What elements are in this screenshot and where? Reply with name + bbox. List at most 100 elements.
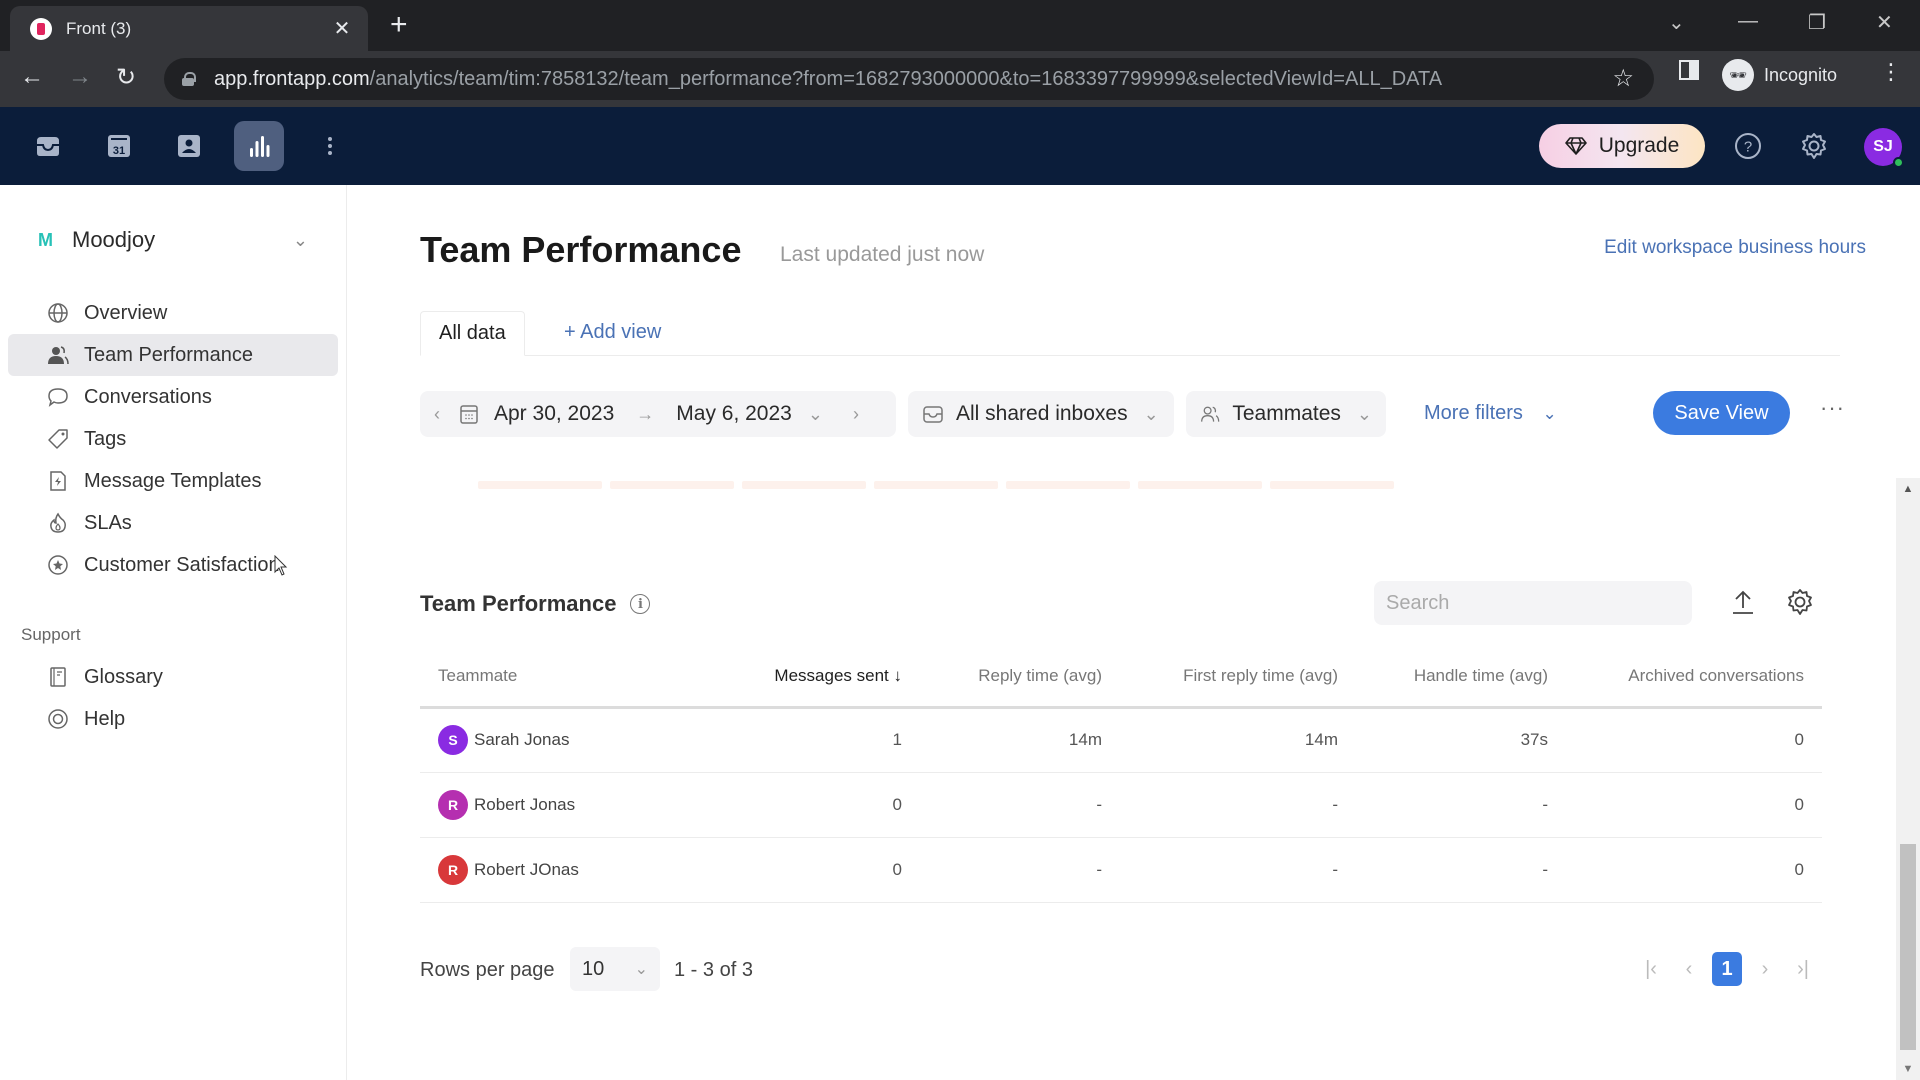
edit-business-hours-link[interactable]: Edit workspace business hours: [1604, 237, 1866, 259]
app-top-bar: 31 Upgrade ? SJ: [0, 107, 1920, 185]
page-scrollbar[interactable]: ▲ ▼: [1896, 478, 1920, 1080]
column-header-first-reply-time[interactable]: First reply time (avg): [1120, 647, 1356, 709]
teammate-name[interactable]: Robert Jonas: [474, 795, 575, 815]
date-range-picker[interactable]: ‹ Apr 30, 2023 → May 6, 2023 ⌄ ›: [420, 391, 896, 437]
table-search-input[interactable]: [1374, 581, 1692, 625]
reload-icon[interactable]: ↻: [116, 63, 136, 92]
sidebar-item-team-performance[interactable]: Team Performance: [8, 334, 338, 376]
sidebar-item-label: Team Performance: [84, 343, 253, 366]
cell-reply-time: 14m: [920, 707, 1120, 773]
sidebar-item-glossary[interactable]: Glossary: [8, 656, 338, 698]
browser-tab[interactable]: Front (3) ✕: [10, 6, 368, 51]
scroll-down-icon[interactable]: ▼: [1896, 1058, 1920, 1080]
upgrade-button[interactable]: Upgrade: [1539, 124, 1705, 168]
more-nav-button[interactable]: [305, 121, 355, 171]
more-filters-button[interactable]: More filters ⌄: [1424, 402, 1557, 425]
incognito-profile[interactable]: 🕶 Incognito: [1722, 59, 1837, 91]
teammate-name[interactable]: Sarah Jonas: [474, 730, 569, 750]
cell-first-reply-time: -: [1120, 837, 1356, 903]
first-page-icon[interactable]: |‹: [1632, 951, 1670, 987]
restore-icon[interactable]: ❐: [1808, 10, 1826, 35]
teammate-avatar: R: [438, 789, 468, 820]
user-avatar[interactable]: SJ: [1864, 128, 1904, 168]
settings-button[interactable]: [1797, 129, 1831, 163]
loading-placeholder: [478, 481, 1402, 489]
teammate-avatar: S: [438, 725, 468, 755]
close-tab-icon[interactable]: ✕: [330, 16, 354, 41]
last-page-icon[interactable]: ›|: [1784, 951, 1822, 987]
sidebar-item-label: Conversations: [84, 385, 212, 408]
contacts-nav-button[interactable]: [164, 121, 214, 171]
sidebar-item-customer-satisfaction[interactable]: Customer Satisfaction: [8, 544, 338, 586]
bookmark-star-icon[interactable]: ☆: [1612, 64, 1634, 93]
tab-all-data[interactable]: All data: [420, 311, 525, 356]
workspace-name: Moodjoy: [72, 227, 156, 252]
inbox-icon: [923, 406, 943, 423]
previous-period-icon[interactable]: ‹: [434, 404, 440, 425]
sidebar-item-tags[interactable]: Tags: [8, 418, 338, 460]
column-header-messages-sent[interactable]: Messages sent ↓: [720, 647, 920, 709]
tab-search-icon[interactable]: ⌄: [1668, 10, 1685, 35]
table-row[interactable]: S Sarah Jonas 1 14m 14m 37s 0: [420, 707, 1822, 773]
column-header-teammate[interactable]: Teammate: [420, 647, 720, 709]
incognito-icon: 🕶: [1722, 59, 1754, 91]
sidebar-item-label: Help: [84, 707, 126, 730]
cell-archived-conversations: 0: [1566, 837, 1822, 903]
sidebar-item-conversations[interactable]: Conversations: [8, 376, 338, 418]
forward-icon[interactable]: →: [68, 63, 92, 91]
sidebar-item-overview[interactable]: Overview: [8, 292, 338, 334]
cell-teammate: S Sarah Jonas: [420, 707, 720, 773]
sidebar-item-slas[interactable]: SLAs: [8, 502, 338, 544]
table-settings-button[interactable]: [1783, 585, 1817, 619]
previous-page-icon[interactable]: ‹: [1670, 951, 1708, 987]
rows-per-page-label: Rows per page: [420, 959, 555, 981]
info-icon[interactable]: i: [630, 594, 651, 614]
teammate-name[interactable]: Robert JOnas: [474, 860, 579, 880]
export-button[interactable]: [1726, 585, 1760, 619]
cell-archived-conversations: 0: [1566, 772, 1822, 838]
help-button[interactable]: ?: [1731, 129, 1765, 163]
main-content: Team Performance Last updated just now E…: [348, 185, 1896, 1080]
minimize-icon[interactable]: —: [1738, 10, 1758, 33]
url-bar[interactable]: app.frontapp.com/analytics/team/tim:7858…: [164, 58, 1654, 100]
close-window-icon[interactable]: ✕: [1876, 10, 1893, 35]
more-options-icon[interactable]: ···: [1820, 395, 1845, 421]
lifebuoy-icon: [46, 707, 70, 731]
inbox-nav-button[interactable]: [23, 121, 73, 171]
workspace-switcher[interactable]: M Moodjoy ⌄: [38, 227, 308, 253]
cell-first-reply-time: -: [1120, 772, 1356, 838]
sidebar-item-message-templates[interactable]: Message Templates: [8, 460, 338, 502]
chrome-menu-icon[interactable]: ⋮: [1880, 59, 1902, 85]
inbox-filter[interactable]: All shared inboxes ⌄: [908, 391, 1174, 437]
scroll-up-icon[interactable]: ▲: [1896, 478, 1920, 500]
analytics-sidebar: M Moodjoy ⌄ Overview Team Performance Co…: [0, 185, 347, 1080]
cell-first-reply-time: 14m: [1120, 707, 1356, 773]
calendar-icon: [460, 405, 478, 424]
rows-per-page-select[interactable]: 10 ⌄: [570, 947, 660, 991]
table-row[interactable]: R Robert Jonas 0- - -0: [420, 772, 1822, 838]
date-to: May 6, 2023: [676, 402, 792, 425]
next-period-icon[interactable]: ›: [853, 404, 859, 425]
sidebar-item-help[interactable]: Help: [8, 698, 338, 740]
calendar-nav-button[interactable]: 31: [94, 121, 144, 171]
page-button-current[interactable]: 1: [1712, 952, 1742, 986]
side-panel-icon[interactable]: [1678, 59, 1700, 81]
team-performance-table: Teammate Messages sent ↓ Reply time (avg…: [420, 647, 1822, 903]
analytics-nav-button[interactable]: [234, 121, 284, 171]
user-initials: SJ: [1873, 138, 1893, 155]
teammates-filter[interactable]: Teammates ⌄: [1186, 391, 1386, 437]
column-header-archived-conversations[interactable]: Archived conversations: [1566, 647, 1822, 709]
new-tab-button[interactable]: +: [390, 10, 408, 40]
support-heading: Support: [21, 625, 81, 644]
next-page-icon[interactable]: ›: [1746, 951, 1784, 987]
table-row[interactable]: R Robert JOnas 0- - -0: [420, 837, 1822, 903]
save-view-button[interactable]: Save View: [1653, 391, 1790, 435]
cell-messages-sent: 0: [720, 772, 920, 838]
scrollbar-thumb[interactable]: [1900, 844, 1916, 1050]
column-header-reply-time[interactable]: Reply time (avg): [920, 647, 1120, 709]
back-icon[interactable]: ←: [20, 63, 44, 91]
chat-bubble-icon: [46, 385, 70, 409]
cell-teammate: R Robert JOnas: [420, 837, 720, 903]
add-view-button[interactable]: + Add view: [564, 321, 661, 344]
column-header-handle-time[interactable]: Handle time (avg): [1356, 647, 1566, 709]
